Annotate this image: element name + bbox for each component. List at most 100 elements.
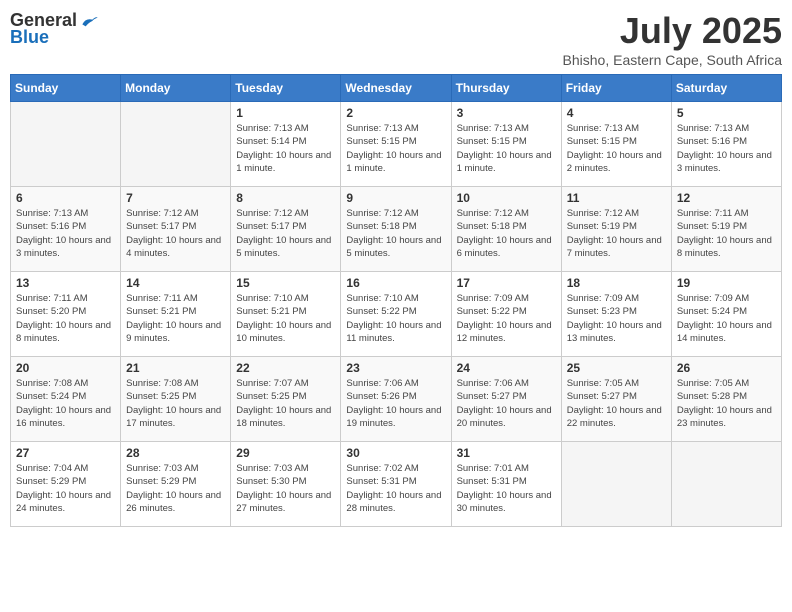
day-info: Sunrise: 7:05 AM Sunset: 5:28 PM Dayligh… (677, 377, 776, 430)
calendar-week-2: 6 Sunrise: 7:13 AM Sunset: 5:16 PM Daylig… (11, 187, 782, 272)
calendar-week-3: 13 Sunrise: 7:11 AM Sunset: 5:20 PM Dayli… (11, 272, 782, 357)
calendar-cell: 30Sunrise: 7:02 AM Sunset: 5:31 PM Dayli… (341, 442, 451, 527)
calendar-cell: 25 Sunrise: 7:05 AM Sunset: 5:27 PM Dayli… (561, 357, 671, 442)
day-number: 25 (567, 361, 666, 375)
day-info: Sunrise: 7:06 AM Sunset: 5:26 PM Dayligh… (346, 377, 445, 430)
calendar-cell: 19Sunrise: 7:09 AM Sunset: 5:24 PM Dayli… (671, 272, 781, 357)
day-info: Sunrise: 7:12 AM Sunset: 5:17 PM Dayligh… (126, 207, 225, 260)
calendar-cell (561, 442, 671, 527)
day-number: 27 (16, 446, 115, 460)
calendar-cell: 31 Sunrise: 7:01 AM Sunset: 5:31 PM Dayli… (451, 442, 561, 527)
day-number: 18 (567, 276, 666, 290)
calendar-cell: 29 Sunrise: 7:03 AM Sunset: 5:30 PM Dayli… (231, 442, 341, 527)
day-number: 7 (126, 191, 225, 205)
day-info: Sunrise: 7:10 AM Sunset: 5:22 PM Dayligh… (346, 292, 445, 345)
day-number: 30 (346, 446, 445, 460)
weekday-header-tuesday: Tuesday (231, 75, 341, 102)
calendar-cell: 21 Sunrise: 7:08 AM Sunset: 5:25 PM Dayli… (121, 357, 231, 442)
calendar-header-row: SundayMondayTuesdayWednesdayThursdayFrid… (11, 75, 782, 102)
calendar-cell: 14 Sunrise: 7:11 AM Sunset: 5:21 PM Dayli… (121, 272, 231, 357)
day-info: Sunrise: 7:03 AM Sunset: 5:30 PM Dayligh… (236, 462, 335, 515)
day-number: 17 (457, 276, 556, 290)
calendar-cell: 3Sunrise: 7:13 AM Sunset: 5:15 PM Daylig… (451, 102, 561, 187)
weekday-header-sunday: Sunday (11, 75, 121, 102)
day-info: Sunrise: 7:06 AM Sunset: 5:27 PM Dayligh… (457, 377, 556, 430)
calendar-cell: 11 Sunrise: 7:12 AM Sunset: 5:19 PM Dayli… (561, 187, 671, 272)
day-info: Sunrise: 7:12 AM Sunset: 5:18 PM Dayligh… (346, 207, 445, 260)
calendar-cell: 23Sunrise: 7:06 AM Sunset: 5:26 PM Dayli… (341, 357, 451, 442)
day-info: Sunrise: 7:11 AM Sunset: 5:19 PM Dayligh… (677, 207, 776, 260)
day-number: 12 (677, 191, 776, 205)
calendar-cell (671, 442, 781, 527)
calendar-cell: 6 Sunrise: 7:13 AM Sunset: 5:16 PM Daylig… (11, 187, 121, 272)
calendar-cell (11, 102, 121, 187)
day-number: 24 (457, 361, 556, 375)
weekday-header-saturday: Saturday (671, 75, 781, 102)
calendar-cell: 12 Sunrise: 7:11 AM Sunset: 5:19 PM Dayli… (671, 187, 781, 272)
day-info: Sunrise: 7:01 AM Sunset: 5:31 PM Dayligh… (457, 462, 556, 515)
calendar-cell: 16 Sunrise: 7:10 AM Sunset: 5:22 PM Dayli… (341, 272, 451, 357)
day-info: Sunrise: 7:13 AM Sunset: 5:15 PM Dayligh… (567, 122, 666, 175)
day-info: Sunrise: 7:08 AM Sunset: 5:25 PM Dayligh… (126, 377, 225, 430)
header: General Blue July 2025 Bhisho, Eastern C… (10, 10, 782, 68)
calendar-week-1: 1 Sunrise: 7:13 AM Sunset: 5:14 PM Daylig… (11, 102, 782, 187)
calendar-cell: 26 Sunrise: 7:05 AM Sunset: 5:28 PM Dayli… (671, 357, 781, 442)
day-number: 28 (126, 446, 225, 460)
logo: General Blue (10, 10, 99, 48)
day-info: Sunrise: 7:11 AM Sunset: 5:21 PM Dayligh… (126, 292, 225, 345)
day-number: 5 (677, 106, 776, 120)
day-number: 26 (677, 361, 776, 375)
weekday-header-friday: Friday (561, 75, 671, 102)
day-number: 1 (236, 106, 335, 120)
location-title: Bhisho, Eastern Cape, South Africa (563, 52, 782, 68)
calendar-cell: 20 Sunrise: 7:08 AM Sunset: 5:24 PM Dayli… (11, 357, 121, 442)
calendar-cell: 1 Sunrise: 7:13 AM Sunset: 5:14 PM Daylig… (231, 102, 341, 187)
day-info: Sunrise: 7:13 AM Sunset: 5:16 PM Dayligh… (677, 122, 776, 175)
day-number: 31 (457, 446, 556, 460)
weekday-header-monday: Monday (121, 75, 231, 102)
calendar-cell (121, 102, 231, 187)
day-info: Sunrise: 7:04 AM Sunset: 5:29 PM Dayligh… (16, 462, 115, 515)
calendar-week-4: 20 Sunrise: 7:08 AM Sunset: 5:24 PM Dayli… (11, 357, 782, 442)
day-info: Sunrise: 7:08 AM Sunset: 5:24 PM Dayligh… (16, 377, 115, 430)
day-info: Sunrise: 7:13 AM Sunset: 5:16 PM Dayligh… (16, 207, 115, 260)
calendar-cell: 15 Sunrise: 7:10 AM Sunset: 5:21 PM Dayli… (231, 272, 341, 357)
day-info: Sunrise: 7:09 AM Sunset: 5:22 PM Dayligh… (457, 292, 556, 345)
day-info: Sunrise: 7:10 AM Sunset: 5:21 PM Dayligh… (236, 292, 335, 345)
title-area: July 2025 Bhisho, Eastern Cape, South Af… (563, 10, 782, 68)
calendar-week-5: 27 Sunrise: 7:04 AM Sunset: 5:29 PM Dayli… (11, 442, 782, 527)
day-number: 10 (457, 191, 556, 205)
day-info: Sunrise: 7:09 AM Sunset: 5:24 PM Dayligh… (677, 292, 776, 345)
day-number: 2 (346, 106, 445, 120)
day-number: 14 (126, 276, 225, 290)
day-number: 13 (16, 276, 115, 290)
calendar-cell: 5 Sunrise: 7:13 AM Sunset: 5:16 PM Daylig… (671, 102, 781, 187)
day-info: Sunrise: 7:13 AM Sunset: 5:14 PM Dayligh… (236, 122, 335, 175)
calendar-cell: 28 Sunrise: 7:03 AM Sunset: 5:29 PM Dayli… (121, 442, 231, 527)
day-number: 16 (346, 276, 445, 290)
day-number: 21 (126, 361, 225, 375)
day-number: 22 (236, 361, 335, 375)
day-info: Sunrise: 7:05 AM Sunset: 5:27 PM Dayligh… (567, 377, 666, 430)
day-info: Sunrise: 7:03 AM Sunset: 5:29 PM Dayligh… (126, 462, 225, 515)
day-info: Sunrise: 7:09 AM Sunset: 5:23 PM Dayligh… (567, 292, 666, 345)
day-number: 11 (567, 191, 666, 205)
calendar-cell: 24 Sunrise: 7:06 AM Sunset: 5:27 PM Dayli… (451, 357, 561, 442)
calendar-cell: 17 Sunrise: 7:09 AM Sunset: 5:22 PM Dayli… (451, 272, 561, 357)
calendar-cell: 13 Sunrise: 7:11 AM Sunset: 5:20 PM Dayli… (11, 272, 121, 357)
logo-blue-text: Blue (10, 27, 49, 48)
day-info: Sunrise: 7:07 AM Sunset: 5:25 PM Dayligh… (236, 377, 335, 430)
calendar-table: SundayMondayTuesdayWednesdayThursdayFrid… (10, 74, 782, 527)
calendar-cell: 22 Sunrise: 7:07 AM Sunset: 5:25 PM Dayli… (231, 357, 341, 442)
day-number: 6 (16, 191, 115, 205)
calendar-cell: 2Sunrise: 7:13 AM Sunset: 5:15 PM Daylig… (341, 102, 451, 187)
day-number: 15 (236, 276, 335, 290)
day-info: Sunrise: 7:12 AM Sunset: 5:19 PM Dayligh… (567, 207, 666, 260)
day-number: 8 (236, 191, 335, 205)
calendar-cell: 7 Sunrise: 7:12 AM Sunset: 5:17 PM Daylig… (121, 187, 231, 272)
day-number: 20 (16, 361, 115, 375)
calendar-cell: 10Sunrise: 7:12 AM Sunset: 5:18 PM Dayli… (451, 187, 561, 272)
day-number: 29 (236, 446, 335, 460)
weekday-header-thursday: Thursday (451, 75, 561, 102)
day-info: Sunrise: 7:11 AM Sunset: 5:20 PM Dayligh… (16, 292, 115, 345)
